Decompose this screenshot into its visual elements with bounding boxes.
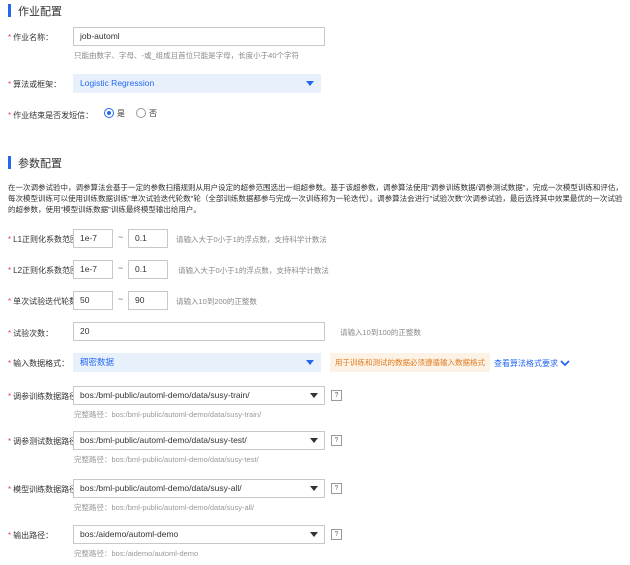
l2-max-input[interactable]: 0.1 (128, 260, 168, 279)
model-path-select[interactable]: bos:/bml-public/automl-demo/data/susy-al… (73, 479, 325, 498)
help-icon[interactable]: ? (331, 390, 342, 401)
chevron-down-icon (560, 360, 570, 367)
job-name-label: * 作业名称： (8, 33, 54, 42)
test-path-select[interactable]: bos:/bml-public/automl-demo/data/susy-te… (73, 431, 325, 450)
trials-hint: 请输入10到100的正整数 (340, 328, 421, 337)
chevron-down-icon (306, 360, 314, 365)
output-path-label: * 输出路径： (8, 531, 54, 540)
train-full-path: 完整路径：bos:/bml-public/automl-demo/data/su… (74, 410, 262, 419)
l1-max-input[interactable]: 0.1 (128, 229, 168, 248)
model-path-value: bos:/bml-public/automl-demo/data/susy-al… (80, 483, 242, 493)
input-format-warning: 用于训练和测试的数据必须遵循输入数据格式 (330, 353, 490, 372)
chevron-down-icon (310, 486, 318, 491)
job-name-hint: 只能由数字、字母、-或_组成且首位只能是字母，长度小于40个字符 (74, 51, 300, 60)
epoch-min-input[interactable]: 50 (73, 291, 113, 310)
algo-select[interactable]: Logistic Regression (73, 74, 321, 93)
test-full-path: 完整路径：bos:/bml-public/automl-demo/data/su… (74, 455, 259, 464)
algo-select-value: Logistic Regression (80, 78, 155, 88)
trials-label: * 试验次数： (8, 329, 54, 338)
sms-label: * 作业结束是否发短信： (8, 111, 94, 120)
train-path-value: bos:/bml-public/automl-demo/data/susy-tr… (80, 390, 250, 400)
params-description: 在一次调参试验中，调参算法会基于一定的参数扫描规则从用户设定的超参范围选出一组超… (8, 183, 623, 214)
train-path-select[interactable]: bos:/bml-public/automl-demo/data/susy-tr… (73, 386, 325, 405)
help-icon[interactable]: ? (331, 529, 342, 540)
sms-yes-label: 是 (117, 109, 125, 118)
input-format-value: 稠密数据 (80, 357, 115, 367)
input-format-label: * 输入数据格式： (8, 359, 70, 368)
l1-min-input[interactable]: 1e-7 (73, 229, 113, 248)
output-path-select[interactable]: bos:/aidemo/automl-demo (73, 525, 325, 544)
section-title-params: 参数配置 (18, 158, 62, 170)
help-icon[interactable]: ? (331, 483, 342, 494)
l1-hint: 请输入大于0小于1的浮点数，支持科学计数法 (176, 235, 327, 244)
section-accent-bar (8, 4, 11, 17)
range-separator: ~ (118, 263, 124, 273)
sms-no-label: 否 (149, 109, 157, 118)
sms-no-radio[interactable] (136, 108, 146, 118)
output-full-path: 完整路径：bos:/aidemo/automl-demo (74, 549, 199, 558)
algo-label: * 算法或框架： (8, 80, 62, 89)
format-requirements-link[interactable]: 查看算法格式要求 (494, 358, 570, 369)
help-icon[interactable]: ? (331, 435, 342, 446)
sms-yes-radio[interactable] (104, 108, 114, 118)
output-path-value: bos:/aidemo/automl-demo (80, 529, 179, 539)
chevron-down-icon (310, 438, 318, 443)
l2-min-input[interactable]: 1e-7 (73, 260, 113, 279)
range-separator: ~ (118, 232, 124, 242)
input-format-select[interactable]: 稠密数据 (73, 353, 321, 372)
epoch-hint: 请输入10到200的正整数 (176, 297, 257, 306)
range-separator: ~ (118, 294, 124, 304)
chevron-down-icon (306, 81, 314, 86)
epoch-max-input[interactable]: 90 (128, 291, 168, 310)
model-full-path: 完整路径：bos:/bml-public/automl-demo/data/su… (74, 503, 255, 512)
section-accent-bar (8, 156, 11, 169)
trials-input[interactable]: 20 (73, 322, 325, 341)
required-mark: * (8, 33, 12, 42)
test-path-value: bos:/bml-public/automl-demo/data/susy-te… (80, 435, 247, 445)
chevron-down-icon (310, 532, 318, 537)
chevron-down-icon (310, 393, 318, 398)
job-name-input[interactable]: job-automl (73, 27, 325, 46)
section-title-job: 作业配置 (18, 6, 62, 18)
l2-hint: 请输入大于0小于1的浮点数，支持科学计数法 (178, 266, 329, 275)
